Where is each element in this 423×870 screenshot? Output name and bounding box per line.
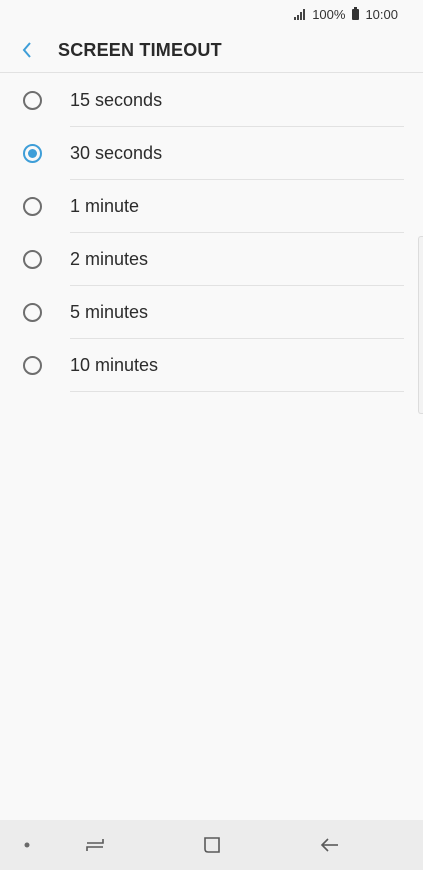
navigation-bar <box>0 820 423 870</box>
signal-icon <box>294 8 306 20</box>
recent-apps-icon <box>86 839 104 851</box>
status-bar: 100% 10:00 <box>0 0 423 28</box>
page-title: SCREEN TIMEOUT <box>58 39 222 60</box>
radio-button[interactable] <box>23 356 42 375</box>
option-1-minute[interactable]: 1 minute <box>0 180 423 233</box>
battery-icon <box>352 6 360 20</box>
option-30-seconds[interactable]: 30 seconds <box>0 127 423 180</box>
back-button[interactable] <box>0 28 54 73</box>
recent-apps-button[interactable] <box>75 820 115 870</box>
battery-percentage: 100% <box>312 6 346 22</box>
nav-back-button[interactable] <box>310 820 350 870</box>
app-header: SCREEN TIMEOUT <box>0 28 423 73</box>
option-15-seconds[interactable]: 15 seconds <box>0 74 423 127</box>
divider <box>70 391 404 392</box>
radio-button[interactable] <box>23 250 42 269</box>
option-10-minutes[interactable]: 10 minutes <box>0 339 423 392</box>
option-label: 1 minute <box>70 196 140 216</box>
option-label: 5 minutes <box>70 302 149 322</box>
chevron-left-icon <box>22 42 31 58</box>
option-label: 2 minutes <box>70 249 149 269</box>
edge-panel-handle[interactable] <box>418 236 423 414</box>
radio-button[interactable] <box>23 303 42 322</box>
home-button[interactable] <box>191 820 233 870</box>
option-2-minutes[interactable]: 2 minutes <box>0 233 423 286</box>
clock: 10:00 <box>365 6 398 22</box>
option-5-minutes[interactable]: 5 minutes <box>0 286 423 339</box>
nav-dot-button[interactable] <box>14 820 40 870</box>
timeout-options-list: 15 seconds 30 seconds 1 minute 2 minutes… <box>0 74 423 392</box>
radio-button-selected[interactable] <box>23 144 42 163</box>
option-label: 10 minutes <box>70 355 159 375</box>
radio-button[interactable] <box>23 91 42 110</box>
radio-button[interactable] <box>23 197 42 216</box>
back-arrow-icon <box>320 838 338 852</box>
option-label: 15 seconds <box>70 90 163 110</box>
home-icon <box>204 837 220 853</box>
dot-icon <box>24 842 30 848</box>
option-label: 30 seconds <box>70 143 163 163</box>
